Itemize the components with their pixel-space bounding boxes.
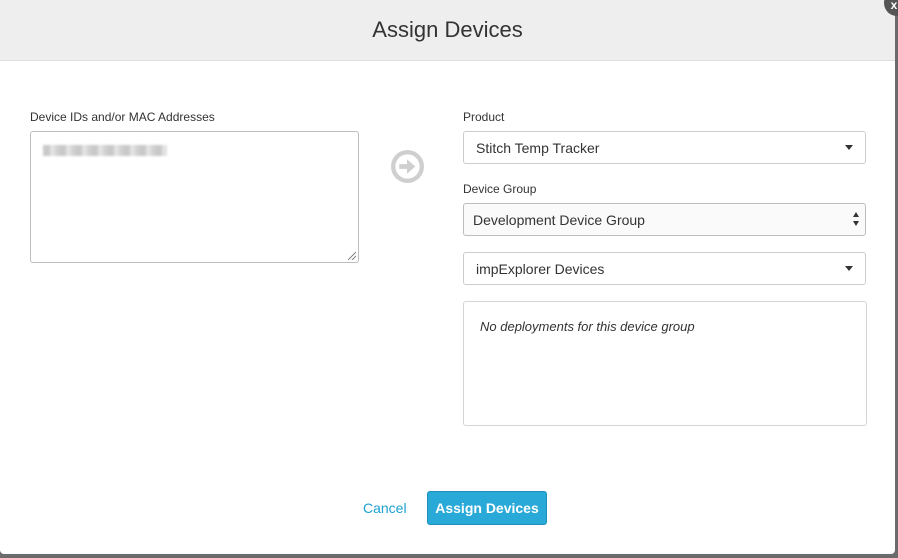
assign-devices-button[interactable]: Assign Devices	[427, 491, 547, 525]
target-device-group-value: impExplorer Devices	[476, 260, 605, 277]
deployments-panel: No deployments for this device group	[463, 301, 867, 426]
deployments-message: No deployments for this device group	[480, 319, 695, 334]
assign-devices-dialog: Assign Devices Device IDs and/or MAC Add…	[0, 0, 895, 554]
device-ids-label: Device IDs and/or MAC Addresses	[30, 110, 215, 124]
device-group-label: Device Group	[463, 182, 537, 196]
redacted-device-id	[43, 145, 167, 156]
arrow-right-circle-icon	[390, 149, 425, 184]
device-group-select-value: Development Device Group	[473, 211, 645, 228]
dialog-header: Assign Devices	[0, 0, 895, 61]
select-updown-icon	[853, 212, 861, 228]
dialog-title: Assign Devices	[372, 17, 523, 42]
cancel-button[interactable]: Cancel	[363, 500, 407, 516]
caret-down-icon	[845, 145, 853, 150]
caret-down-icon	[845, 266, 853, 271]
product-select-value: Stitch Temp Tracker	[476, 139, 600, 156]
target-device-group-select[interactable]: impExplorer Devices	[463, 252, 866, 285]
device-group-select[interactable]: Development Device Group	[463, 203, 866, 236]
device-ids-textarea[interactable]	[30, 131, 359, 263]
product-select[interactable]: Stitch Temp Tracker	[463, 131, 866, 164]
resize-grip-icon[interactable]	[348, 252, 356, 260]
product-label: Product	[463, 110, 505, 124]
